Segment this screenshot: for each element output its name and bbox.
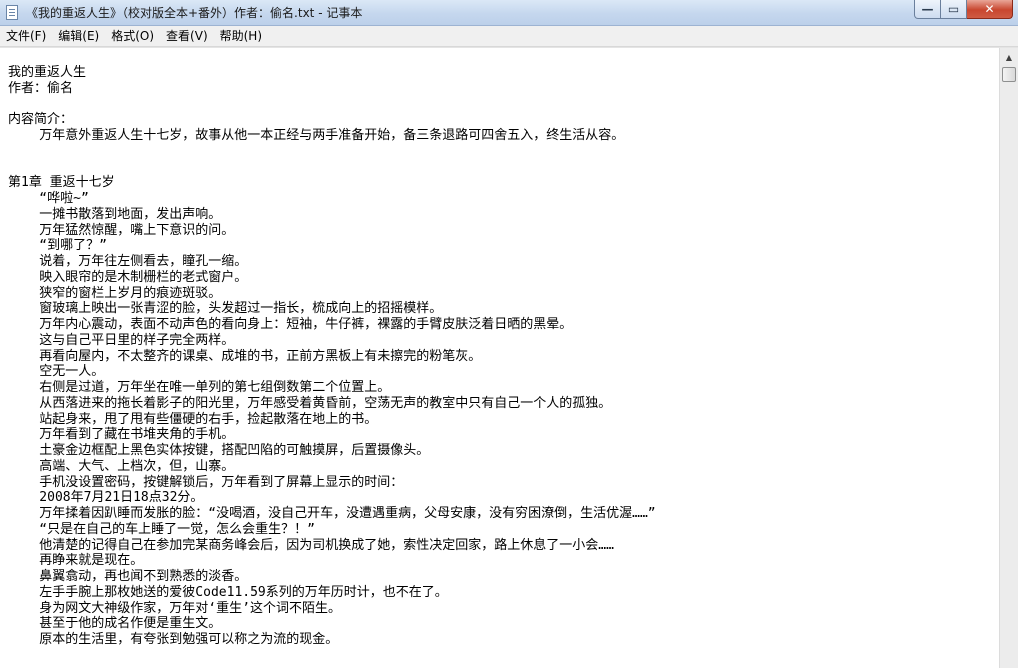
- close-button[interactable]: ✕: [967, 0, 1013, 19]
- text-line: 说着，万年往左侧看去，瞳孔一缩。: [8, 254, 248, 269]
- editor-area[interactable]: 我的重返人生 作者：偷名内容简介： 万年意外重返人生十七岁，故事从他一本正经与两手…: [0, 47, 1018, 668]
- text-line: 甚至于他的成名作便是重生文。: [8, 616, 222, 632]
- window-title: 《我的重返人生》（校对版全本+番外）作者：偷名.txt - 记事本: [26, 6, 363, 20]
- text-line: 身为网文大神级作家，万年对‘重生’这个词不陌生。: [8, 600, 341, 616]
- text-line: 第1章 重返十七岁: [8, 175, 115, 191]
- text-line: 我的重返人生: [8, 65, 87, 80]
- text-line: [8, 97, 996, 113]
- title-bar[interactable]: 《我的重返人生》（校对版全本+番外）作者：偷名.txt - 记事本 — ▭ ✕: [0, 0, 1018, 26]
- text-line: 窗玻璃上映出一张青涩的脸，头发超过一指长，梳成向上的招摇模样。: [8, 301, 443, 317]
- menu-bar: 文件(F) 编辑(E) 格式(O) 查看(V) 帮助(H): [0, 26, 1018, 47]
- minimize-icon: —: [921, 2, 934, 16]
- close-icon: ✕: [984, 2, 995, 16]
- notepad-icon: [6, 5, 18, 20]
- text-line: 高端、大气、上档次，但，山寨。: [8, 458, 235, 474]
- text-line: 狭窄的窗栏上岁月的痕迹斑驳。: [8, 285, 222, 301]
- text-line: 土豪金边框配上黑色实体按键，搭配凹陷的可触摸屏，后置摄像头。: [8, 443, 430, 458]
- text-line: “只是在自己的车上睡了一觉，怎么会重生？！”: [8, 521, 315, 537]
- text-line: 原本的生活里，有夸张到勉强可以称之为流的现金。: [8, 632, 339, 647]
- minimize-button[interactable]: —: [914, 0, 941, 19]
- text-line: 站起身来，甩了甩有些僵硬的右手，捡起散落在地上的书。: [8, 411, 378, 427]
- maximize-icon: ▭: [947, 2, 960, 16]
- scroll-up-arrow-icon[interactable]: ▲: [1001, 49, 1017, 65]
- text-line: 他清楚的记得自己在参加完某商务峰会后，因为司机换成了她，索性决定回家，路上休息了…: [8, 537, 614, 553]
- text-line: 空无一人。: [8, 364, 105, 380]
- window-controls: — ▭ ✕: [914, 0, 1013, 19]
- text-line: 再看向屋内，不太整齐的课桌、成堆的书，正前方黑板上有未擦完的粉笔灰。: [8, 348, 482, 364]
- text-line: 作者：偷名: [8, 80, 74, 96]
- menu-format[interactable]: 格式(O): [105, 27, 160, 46]
- text-line: 右侧是过道，万年坐在唯一单列的第七组倒数第二个位置上。: [8, 380, 391, 395]
- scroll-thumb[interactable]: [1002, 67, 1016, 82]
- text-content[interactable]: 我的重返人生 作者：偷名内容简介： 万年意外重返人生十七岁，故事从他一本正经与两手…: [8, 65, 996, 667]
- text-line: 万年看到了藏在书堆夹角的手机。: [8, 427, 235, 443]
- vertical-scrollbar[interactable]: ▲: [999, 48, 1018, 668]
- menu-file[interactable]: 文件(F): [0, 27, 52, 46]
- maximize-button[interactable]: ▭: [941, 0, 967, 19]
- text-line: 内容简介：: [8, 112, 74, 128]
- text-line: 万年内心震动，表面不动声色的看向身上：短袖，牛仔裤，裸露的手臂皮肤泛着日晒的黑晕…: [8, 317, 573, 332]
- text-line: [8, 144, 996, 160]
- menu-view[interactable]: 查看(V): [160, 27, 214, 46]
- text-line: “到哪了？”: [8, 238, 107, 254]
- text-line: 映入眼帘的是木制栅栏的老式窗户。: [8, 269, 248, 285]
- text-line: “哗啦~”: [8, 191, 89, 206]
- text-line: 左手手腕上那枚她送的爱彼Code11.59系列的万年历时计，也不在了。: [8, 584, 448, 600]
- text-line: 从西落进来的拖长着影子的阳光里，万年感受着黄昏前，空荡无声的教室中只有自己一个人…: [8, 395, 612, 411]
- menu-edit[interactable]: 编辑(E): [52, 27, 105, 46]
- text-line: 再睁来就是现在。: [8, 553, 144, 569]
- text-line: [8, 160, 996, 176]
- text-line: 万年揉着因趴睡而发胀的脸：“没喝酒，没自己开车，没遭遇重病，父母安康，没有穷困潦…: [8, 506, 656, 521]
- text-line: 2008年7月21日18点32分。: [8, 490, 204, 506]
- text-line: 手机没设置密码，按键解锁后，万年看到了屏幕上显示的时间：: [8, 474, 404, 490]
- text-line: 鼻翼翕动，再也闻不到熟悉的淡香。: [8, 569, 248, 584]
- text-line: 万年意外重返人生十七岁，故事从他一本正经与两手准备开始，备三条退路可四舍五入，终…: [8, 128, 625, 143]
- text-line: 万年猛然惊醒，嘴上下意识的问。: [8, 222, 235, 238]
- text-line: 这与自己平日里的样子完全两样。: [8, 332, 235, 348]
- text-line: 一摊书散落到地面，发出声响。: [8, 206, 222, 222]
- menu-help[interactable]: 帮助(H): [214, 27, 268, 46]
